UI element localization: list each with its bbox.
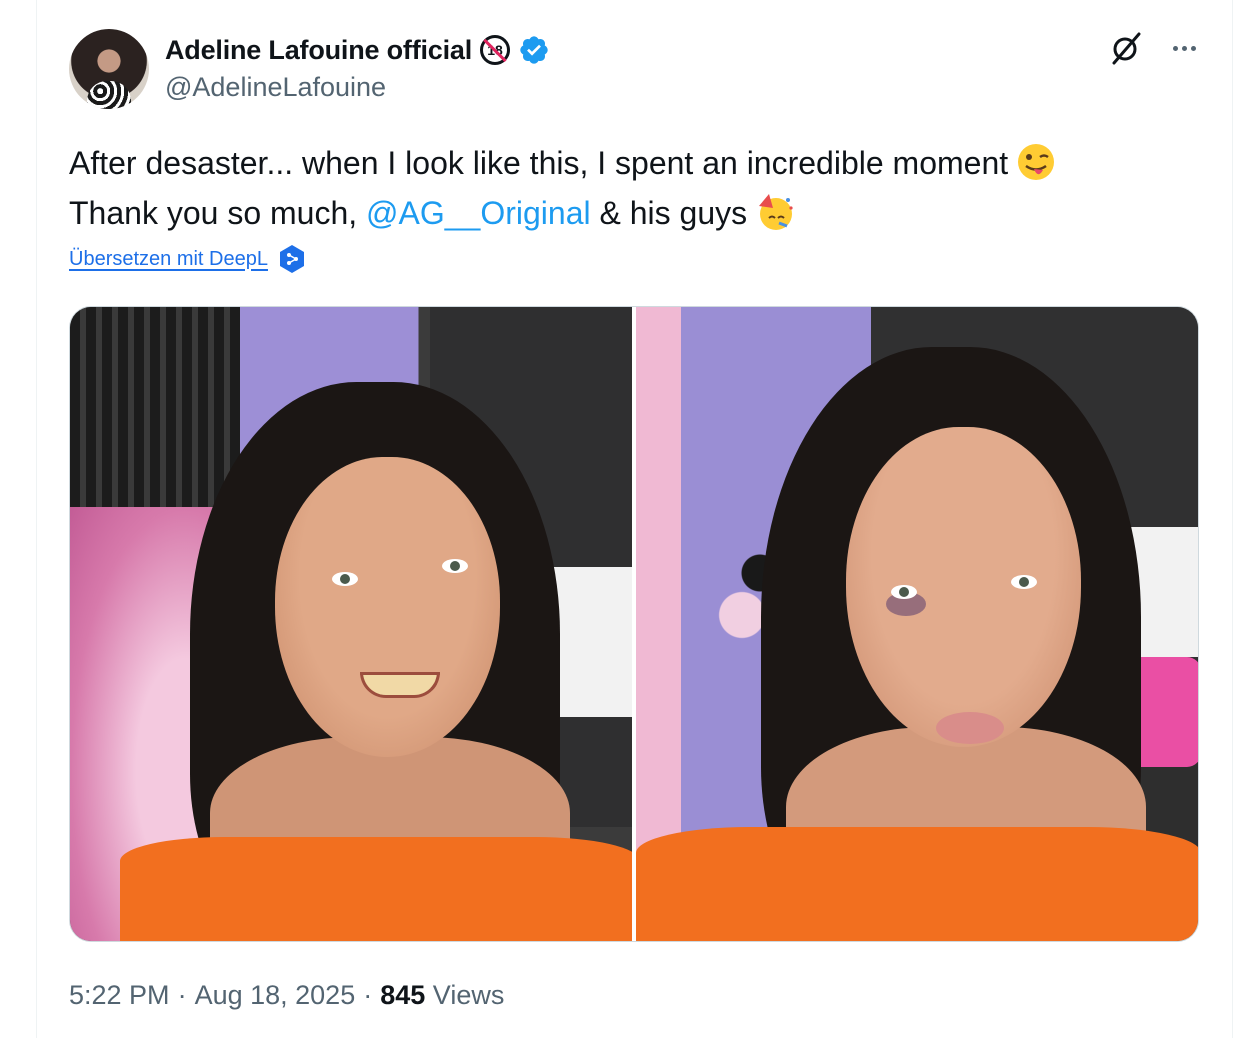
tweet-line-2-after: & his guys [599,195,748,231]
tweet-date[interactable]: Aug 18, 2025 [195,980,356,1011]
meta-separator: · [363,980,373,1010]
more-options-icon[interactable] [1164,30,1204,66]
avatar-shirt [87,81,131,109]
winking-face-with-tongue-icon [1018,144,1055,180]
author-handle[interactable]: @AdelineLafouine [165,72,386,103]
translate-row: Übersetzen mit DeepL [69,242,306,276]
meta-separator: · [177,980,187,1010]
tweet-time[interactable]: 5:22 PM [69,980,170,1011]
partying-face-icon [759,194,793,230]
deepl-icon [279,245,304,273]
tweet-meta: 5:22 PM · Aug 18, 2025 · 845 Views [69,980,504,1011]
grok-icon[interactable] [1108,30,1144,66]
column-border-left [36,0,37,1038]
avatar[interactable] [69,29,149,109]
tweet-text: After desaster... when I look like this,… [69,138,1209,238]
views-count: 845 [380,980,426,1010]
author-display-name[interactable]: Adeline Lafouine official [165,35,472,66]
views-label: Views [432,980,505,1010]
adult-badge-label: 18 [487,42,503,58]
photo-2[interactable] [636,307,1198,941]
mention-link[interactable]: @AG__Original [366,195,591,231]
photo-1[interactable] [70,307,632,941]
verified-badge-icon[interactable] [518,34,550,66]
author-name-row: Adeline Lafouine official 18 [165,30,550,70]
tweet-line-1: After desaster... when I look like this,… [69,138,1209,188]
adult-content-badge-icon: 18 [480,35,511,65]
tweet-line-2: Thank you so much, @AG__Original & his g… [69,188,1209,238]
translate-with-deepl-link[interactable]: Übersetzen mit DeepL [69,248,268,271]
tweet-line-1-text: After desaster... when I look like this,… [69,145,1009,181]
tweet-line-2-before: Thank you so much, [69,195,358,231]
media-grid [69,306,1199,942]
column-border-right [1232,0,1233,1038]
